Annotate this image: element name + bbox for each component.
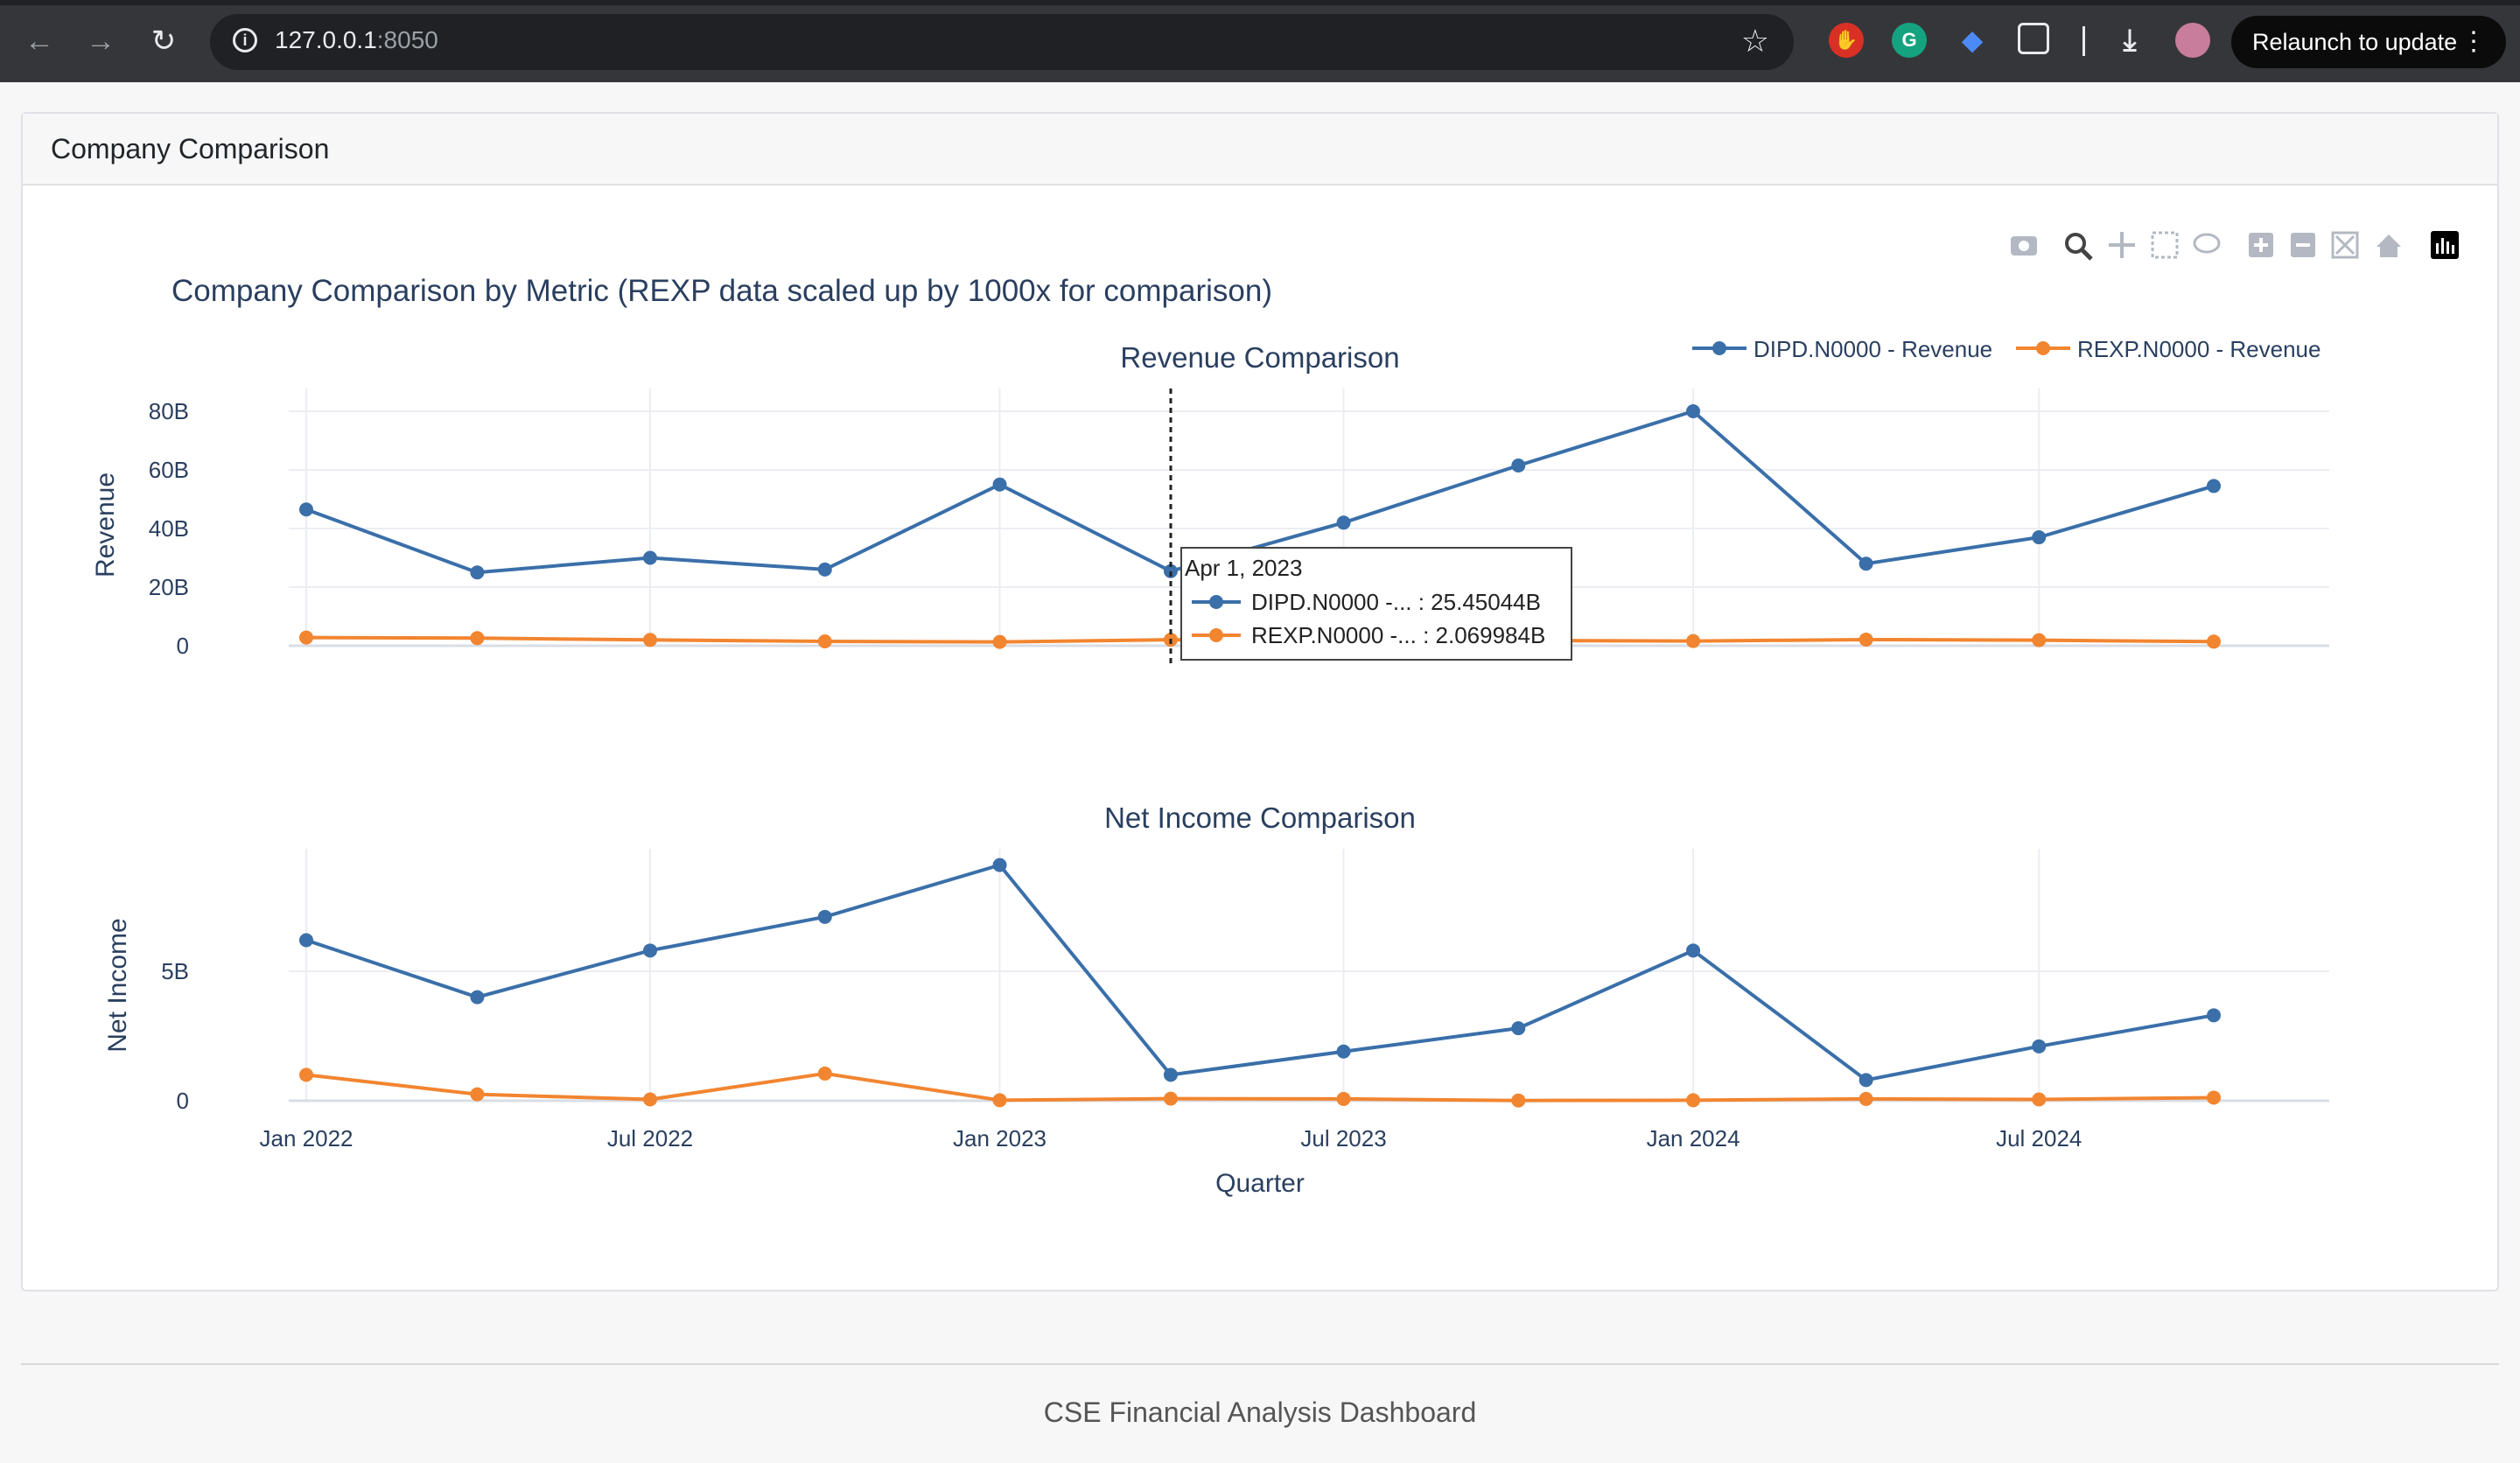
hover-date: Apr 1, 2023 xyxy=(1185,555,1302,581)
y-tick-label: 0 xyxy=(177,633,189,659)
zoom-icon[interactable] xyxy=(2065,233,2093,261)
data-point[interactable] xyxy=(470,990,485,1004)
data-point[interactable] xyxy=(470,565,485,580)
data-point[interactable] xyxy=(643,633,658,648)
data-point[interactable] xyxy=(1511,458,1526,472)
series-line xyxy=(305,1071,2215,1102)
data-point[interactable] xyxy=(992,1093,1007,1108)
data-point[interactable] xyxy=(1336,1091,1351,1106)
panel-subtitle: Net Income Comparison xyxy=(1104,802,1416,834)
data-point[interactable] xyxy=(817,909,832,924)
x-axis-title: Quarter xyxy=(1215,1169,1305,1198)
data-point[interactable] xyxy=(1686,943,1701,958)
data-point[interactable] xyxy=(992,858,1007,872)
autoscale-icon[interactable] xyxy=(2331,231,2359,259)
data-point[interactable] xyxy=(1163,1068,1178,1082)
y-tick-label: 80B xyxy=(149,398,189,424)
footer-divider xyxy=(21,1363,2499,1365)
panel-subtitle: Revenue Comparison xyxy=(1120,341,1399,374)
x-tick-label: Jul 2023 xyxy=(1300,1125,1386,1152)
hover-value-rexp: REXP.N0000 -... : 2.069984B xyxy=(1251,622,1545,648)
data-point[interactable] xyxy=(1858,556,1873,571)
data-point[interactable] xyxy=(1336,1044,1351,1059)
y-tick-label: 20B xyxy=(149,574,189,600)
data-point[interactable] xyxy=(2032,1039,2047,1054)
hover-marker-dipd xyxy=(1209,595,1223,609)
data-point[interactable] xyxy=(2207,479,2221,494)
x-tick-label: Jan 2022 xyxy=(260,1125,354,1152)
zoom-in-icon[interactable] xyxy=(2249,233,2273,257)
data-point[interactable] xyxy=(1336,515,1351,530)
data-point[interactable] xyxy=(2207,1090,2221,1105)
y-tick-label: 0 xyxy=(177,1088,189,1114)
x-tick-label: Jan 2024 xyxy=(1647,1125,1740,1152)
data-point[interactable] xyxy=(299,933,313,948)
data-point[interactable] xyxy=(299,502,313,517)
y-tick-label: 60B xyxy=(149,457,189,483)
data-point[interactable] xyxy=(817,562,832,577)
data-point[interactable] xyxy=(1858,1091,1873,1106)
camera-icon[interactable] xyxy=(2011,236,2037,256)
legend-item-dipd[interactable]: DIPD.N0000 - Revenue xyxy=(1692,336,1992,362)
data-point[interactable] xyxy=(817,634,832,648)
data-point[interactable] xyxy=(2032,530,2047,545)
chart-panels: 0 20B 40B 60B 80B Revenue Comparison Revenue 0 5… xyxy=(91,341,2329,1152)
zoom-out-icon[interactable] xyxy=(2291,233,2315,257)
data-point[interactable] xyxy=(1511,1021,1526,1036)
y-tick-label: 5B xyxy=(161,958,189,984)
hover-value-dipd: DIPD.N0000 -... : 25.45044B xyxy=(1251,589,1541,615)
data-point[interactable] xyxy=(1686,404,1701,418)
data-point[interactable] xyxy=(299,1068,313,1082)
lasso-select-icon[interactable] xyxy=(2193,233,2221,254)
data-point[interactable] xyxy=(643,550,658,565)
data-point[interactable] xyxy=(1686,1093,1701,1108)
data-point[interactable] xyxy=(992,634,1007,649)
data-point[interactable] xyxy=(2032,1092,2047,1107)
legend-label-rexp: REXP.N0000 - Revenue xyxy=(2077,336,2320,362)
x-tick-label: Jul 2022 xyxy=(607,1125,693,1152)
hover-tooltip: Apr 1, 2023 DIPD.N0000 -... : 25.45044B … xyxy=(1169,388,1572,663)
reset-home-icon[interactable] xyxy=(2376,234,2401,257)
data-point[interactable] xyxy=(1511,1093,1526,1108)
plot-modebar xyxy=(2011,231,2459,261)
data-point[interactable] xyxy=(2207,1008,2221,1023)
box-select-icon[interactable] xyxy=(2151,231,2179,259)
legend-item-rexp[interactable]: REXP.N0000 - Revenue xyxy=(2016,336,2320,362)
data-point[interactable] xyxy=(2032,633,2047,648)
y-axis-title: Revenue xyxy=(91,472,120,578)
legend-label-dipd: DIPD.N0000 - Revenue xyxy=(1754,336,1992,362)
chart-title: Company Comparison by Metric (REXP data … xyxy=(172,274,1272,308)
data-point[interactable] xyxy=(1686,634,1701,648)
plotly-logo-icon[interactable] xyxy=(2431,231,2459,259)
data-point[interactable] xyxy=(1163,1091,1178,1106)
pan-icon[interactable] xyxy=(2109,232,2135,258)
series-line xyxy=(305,863,2215,1082)
data-point[interactable] xyxy=(470,1087,485,1102)
y-axis-title: Net Income xyxy=(103,918,132,1052)
hover-marker-rexp xyxy=(1209,628,1223,642)
comparison-chart[interactable]: Company Comparison by Metric (REXP data … xyxy=(0,0,2520,1463)
data-point[interactable] xyxy=(992,477,1007,492)
data-point[interactable] xyxy=(1858,632,1873,647)
data-point[interactable] xyxy=(2207,634,2221,649)
x-tick-label: Jul 2024 xyxy=(1996,1125,2082,1152)
y-tick-label: 40B xyxy=(149,515,189,542)
data-point[interactable] xyxy=(817,1066,832,1081)
x-tick-label: Jan 2023 xyxy=(953,1125,1046,1152)
data-point[interactable] xyxy=(470,631,485,646)
data-point[interactable] xyxy=(299,630,313,645)
data-point[interactable] xyxy=(643,943,658,958)
data-point[interactable] xyxy=(1858,1073,1873,1088)
data-point[interactable] xyxy=(643,1092,658,1107)
chart-legend: DIPD.N0000 - Revenue REXP.N0000 - Revenu… xyxy=(1692,336,2320,362)
footer-text: CSE Financial Analysis Dashboard xyxy=(1043,1396,1477,1428)
